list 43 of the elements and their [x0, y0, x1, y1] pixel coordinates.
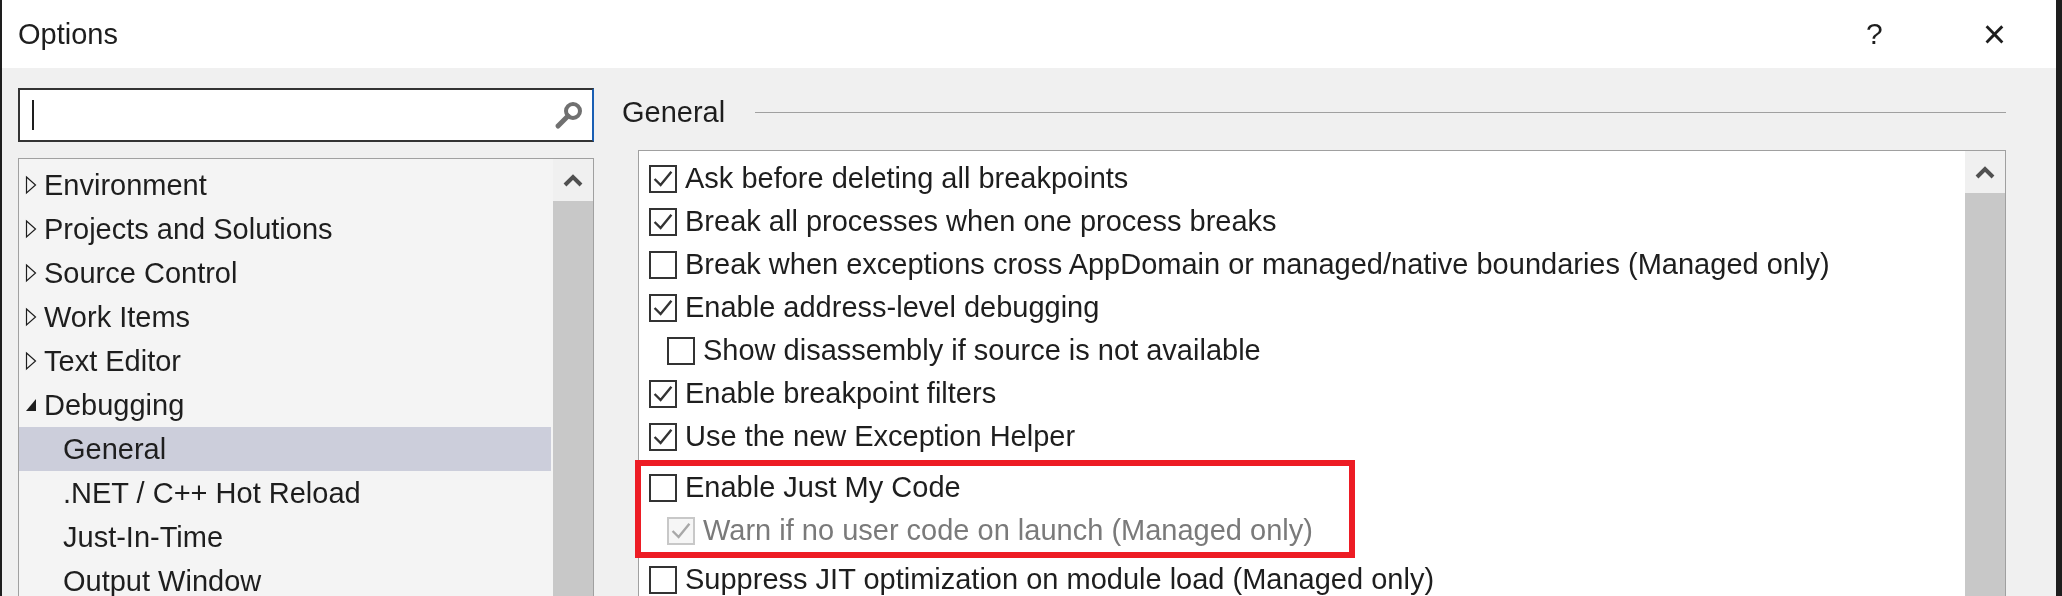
- tree-item[interactable]: Just-In-Time: [19, 515, 553, 559]
- checked-checkbox[interactable]: [649, 207, 677, 236]
- checkbox[interactable]: [649, 565, 677, 594]
- tree-item[interactable]: Environment: [19, 163, 553, 207]
- checked-checkbox[interactable]: [649, 379, 677, 408]
- checked-checkbox[interactable]: [649, 164, 677, 193]
- checkbox[interactable]: [667, 336, 695, 365]
- checked-checkbox[interactable]: [649, 293, 677, 322]
- window-title: Options: [18, 17, 119, 51]
- option-label: Enable Just My Code: [685, 471, 961, 504]
- option-label: Warn if no user code on launch (Managed only): [703, 514, 1313, 547]
- option-label: Show disassembly if source is not available: [703, 334, 1261, 367]
- checked-checkbox[interactable]: [649, 422, 677, 451]
- tree-item[interactable]: .NET / C++ Hot Reload: [19, 471, 553, 515]
- option-label: Use the new Exception Helper: [685, 420, 1076, 453]
- scrollbar[interactable]: [1965, 151, 2005, 596]
- tree-item[interactable]: General: [19, 427, 551, 471]
- option-label: Enable address-level debugging: [685, 291, 1100, 324]
- tree-item[interactable]: Text Editor: [19, 339, 553, 383]
- scrollbar[interactable]: [553, 159, 593, 596]
- tree-item[interactable]: Debugging: [19, 383, 553, 427]
- tree-item[interactable]: Source Control: [19, 251, 553, 295]
- scroll-up-icon[interactable]: [1965, 151, 2005, 193]
- scroll-up-icon[interactable]: [553, 159, 593, 201]
- checkbox[interactable]: [649, 250, 677, 279]
- option-label: Break when exceptions cross AppDomain or managed/native boundaries (Managed only): [685, 248, 1830, 281]
- search-icon[interactable]: [554, 100, 584, 130]
- collapsed-triangle-icon[interactable]: [25, 263, 37, 283]
- collapsed-triangle-icon[interactable]: [25, 351, 37, 371]
- option-label: Break all processes when one process breaks: [685, 205, 1277, 238]
- search-field[interactable]: [18, 88, 594, 142]
- collapsed-triangle-icon[interactable]: [25, 219, 37, 239]
- option-label: Enable breakpoint filters: [685, 377, 997, 410]
- tree-item[interactable]: Output Window: [19, 559, 553, 596]
- collapsed-triangle-icon[interactable]: [25, 175, 37, 195]
- tree-item[interactable]: Work Items: [19, 295, 553, 339]
- option-label: Suppress JIT optimization on module load (Managed only): [685, 563, 1435, 596]
- section-heading: General: [622, 95, 726, 129]
- close-button[interactable]: ×: [1972, 7, 2016, 61]
- option-label: Ask before deleting all breakpoints: [685, 162, 1129, 195]
- tree-item[interactable]: Projects and Solutions: [19, 207, 553, 251]
- help-button[interactable]: ?: [1855, 13, 1893, 55]
- collapsed-triangle-icon[interactable]: [25, 307, 37, 327]
